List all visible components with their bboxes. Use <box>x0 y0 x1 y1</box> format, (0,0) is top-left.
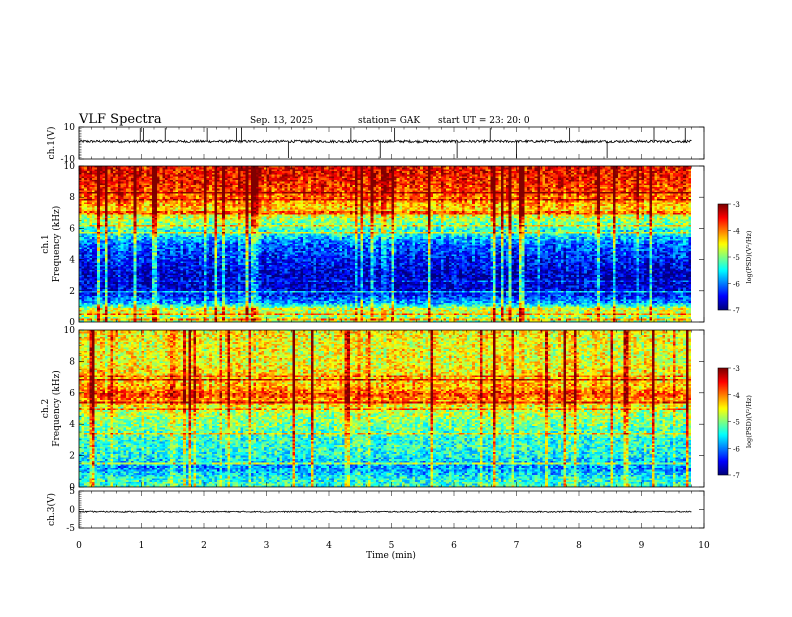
y-axis-label: Frequency (kHz) <box>51 206 62 283</box>
x-axis-label: Time (min) <box>366 550 416 561</box>
y-tick-label: 0 <box>69 506 75 516</box>
colorbar-tick-label: -4 <box>733 392 740 400</box>
x-tick-label: 1 <box>139 541 145 551</box>
x-tick-label: 4 <box>326 541 332 551</box>
y-tick-label: 4 <box>69 420 75 430</box>
date-label: Sep. 13, 2025 <box>250 116 313 126</box>
y-axis-label-group: ch.2 Frequency (kHz) <box>41 370 62 447</box>
colorbar-1 <box>718 204 728 310</box>
colorbar-2 <box>718 368 728 475</box>
y-tick-label: 8 <box>69 193 75 203</box>
y-tick-label: -5 <box>66 524 75 534</box>
time-axis: 0 1 2 3 4 5 6 7 8 9 10 <box>76 541 710 551</box>
y-axis-label: Frequency (kHz) <box>51 370 62 447</box>
colorbar-tick-label: -5 <box>733 419 740 427</box>
panel-gap <box>79 322 704 330</box>
y-axis-label: ch.1 <box>41 234 51 253</box>
y-axis-label-group: ch.1(V) <box>46 127 57 160</box>
x-tick-label: 0 <box>76 541 82 551</box>
colorbar-label-group: log(PSD)(V²/Hz) <box>745 230 753 283</box>
colorbar-label-group: log(PSD)(V²/Hz) <box>745 395 753 448</box>
colorbar-tick-label: -6 <box>733 281 740 289</box>
colorbar-tick-label: -7 <box>733 472 740 480</box>
y-tick-label: 2 <box>69 287 75 297</box>
x-tick-label: 6 <box>451 541 457 551</box>
panels: 10-10ch.1(V)0246810ch.1 Frequency (kHz)-3… <box>41 123 753 534</box>
y-axis-label: ch.3(V) <box>46 493 57 526</box>
y-axis-label-group: ch.1 Frequency (kHz) <box>41 206 62 283</box>
y-tick-label: 4 <box>69 256 75 266</box>
y-tick-label: 6 <box>69 224 75 234</box>
y-tick-label: 6 <box>69 389 75 399</box>
colorbar-tick-label: -4 <box>733 228 740 236</box>
x-tick-label: 9 <box>639 541 645 551</box>
colorbar-tick-label: -7 <box>733 307 740 315</box>
vlf-spectra-figure: VLF Spectra Sep. 13, 2025 station= GAK s… <box>0 0 792 612</box>
x-tick-label: 10 <box>698 541 710 551</box>
colorbar-label: log(PSD)(V²/Hz) <box>745 395 753 448</box>
start-ut-label: start UT = 23: 20: 0 <box>438 116 530 126</box>
colorbar-tick-label: -5 <box>733 254 740 262</box>
y-tick-label: 5 <box>69 487 75 497</box>
x-tick-label: 8 <box>576 541 582 551</box>
y-axis-label: ch.1(V) <box>46 127 57 160</box>
y-tick-label: 10 <box>64 162 76 172</box>
y-tick-label: 8 <box>69 357 75 367</box>
colorbar-tick-label: -3 <box>733 201 740 209</box>
y-axis-label-group: ch.3(V) <box>46 493 57 526</box>
x-tick-label: 5 <box>389 541 395 551</box>
x-tick-label: 7 <box>514 541 520 551</box>
colorbar-tick-label: -6 <box>733 445 740 453</box>
colorbar-tick-label: -3 <box>733 365 740 373</box>
y-tick-label: 10 <box>64 326 76 336</box>
x-tick-label: 2 <box>201 541 207 551</box>
y-tick-label: 10 <box>64 123 76 133</box>
ch2-spectrogram-image <box>79 330 704 487</box>
ch3-waveform-trace <box>78 510 692 514</box>
station-label: station= GAK <box>358 116 420 126</box>
figure-canvas: VLF Spectra Sep. 13, 2025 station= GAK s… <box>41 112 753 561</box>
ch1-waveform-trace <box>78 138 692 145</box>
y-axis-label: ch.2 <box>41 399 51 418</box>
y-tick-label: 2 <box>69 452 75 462</box>
ch1-spectrogram-image <box>79 166 704 322</box>
x-tick-label: 3 <box>264 541 270 551</box>
colorbar-label: log(PSD)(V²/Hz) <box>745 230 753 283</box>
panel-frame-3 <box>78 490 705 529</box>
figure-title: VLF Spectra <box>78 112 162 127</box>
